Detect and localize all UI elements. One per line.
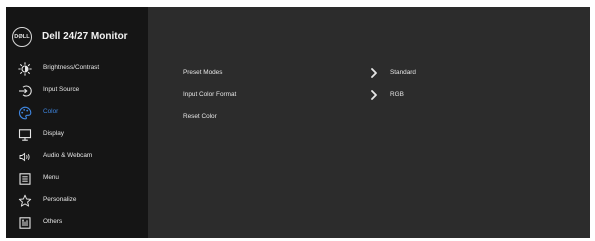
sidebar-item-label: Others	[43, 218, 63, 225]
monitor-osd: DØLL Dell 24/27 Monitor Brightness/Contr…	[0, 0, 595, 241]
sidebar-item-color[interactable]: Color	[6, 103, 148, 123]
dell-logo: DØLL	[12, 27, 32, 47]
star-icon	[18, 194, 32, 207]
sidebar-item-input-source[interactable]: Input Source	[6, 81, 148, 101]
sidebar-item-label: Display	[43, 130, 64, 137]
sidebar-item-label: Color	[43, 108, 59, 115]
row-label: Reset Color	[183, 113, 217, 120]
sidebar: DØLL Dell 24/27 Monitor Brightness/Contr…	[6, 7, 148, 238]
sidebar-item-personalize[interactable]: Personalize	[6, 191, 148, 211]
display-icon	[18, 129, 32, 141]
row-value: Standard	[390, 69, 416, 76]
color-palette-icon	[18, 106, 32, 120]
sidebar-item-label: Input Source	[43, 86, 80, 93]
sidebar-item-label: Audio & Webcam	[43, 152, 93, 159]
sidebar-item-audio-webcam[interactable]: Audio & Webcam	[6, 147, 148, 167]
sidebar-item-label: Menu	[43, 174, 59, 181]
input-color-format-row[interactable]: Input Color Format RGB	[148, 86, 590, 106]
sidebar-item-label: Brightness/Contrast	[43, 64, 100, 71]
chevron-right-icon	[371, 90, 377, 100]
chevron-right-icon	[371, 68, 377, 78]
sidebar-item-menu[interactable]: Menu	[6, 169, 148, 189]
brightness-icon	[18, 62, 32, 76]
row-value: RGB	[390, 91, 404, 98]
menu-icon	[19, 173, 31, 185]
others-icon	[19, 217, 31, 229]
reset-color-row[interactable]: Reset Color	[148, 108, 590, 128]
sidebar-item-label: Personalize	[43, 196, 77, 203]
sidebar-item-others[interactable]: Others	[6, 213, 148, 233]
sidebar-item-brightness-contrast[interactable]: Brightness/Contrast	[6, 59, 148, 79]
row-label: Input Color Format	[183, 91, 237, 98]
row-label: Preset Modes	[183, 69, 223, 76]
preset-modes-row[interactable]: Preset Modes Standard	[148, 64, 590, 84]
sidebar-item-display[interactable]: Display	[6, 125, 148, 145]
input-source-icon	[19, 85, 32, 97]
monitor-title: Dell 24/27 Monitor	[42, 31, 128, 42]
color-settings-panel: Preset Modes Standard Input Color Format…	[148, 7, 590, 238]
speaker-icon	[19, 152, 30, 162]
